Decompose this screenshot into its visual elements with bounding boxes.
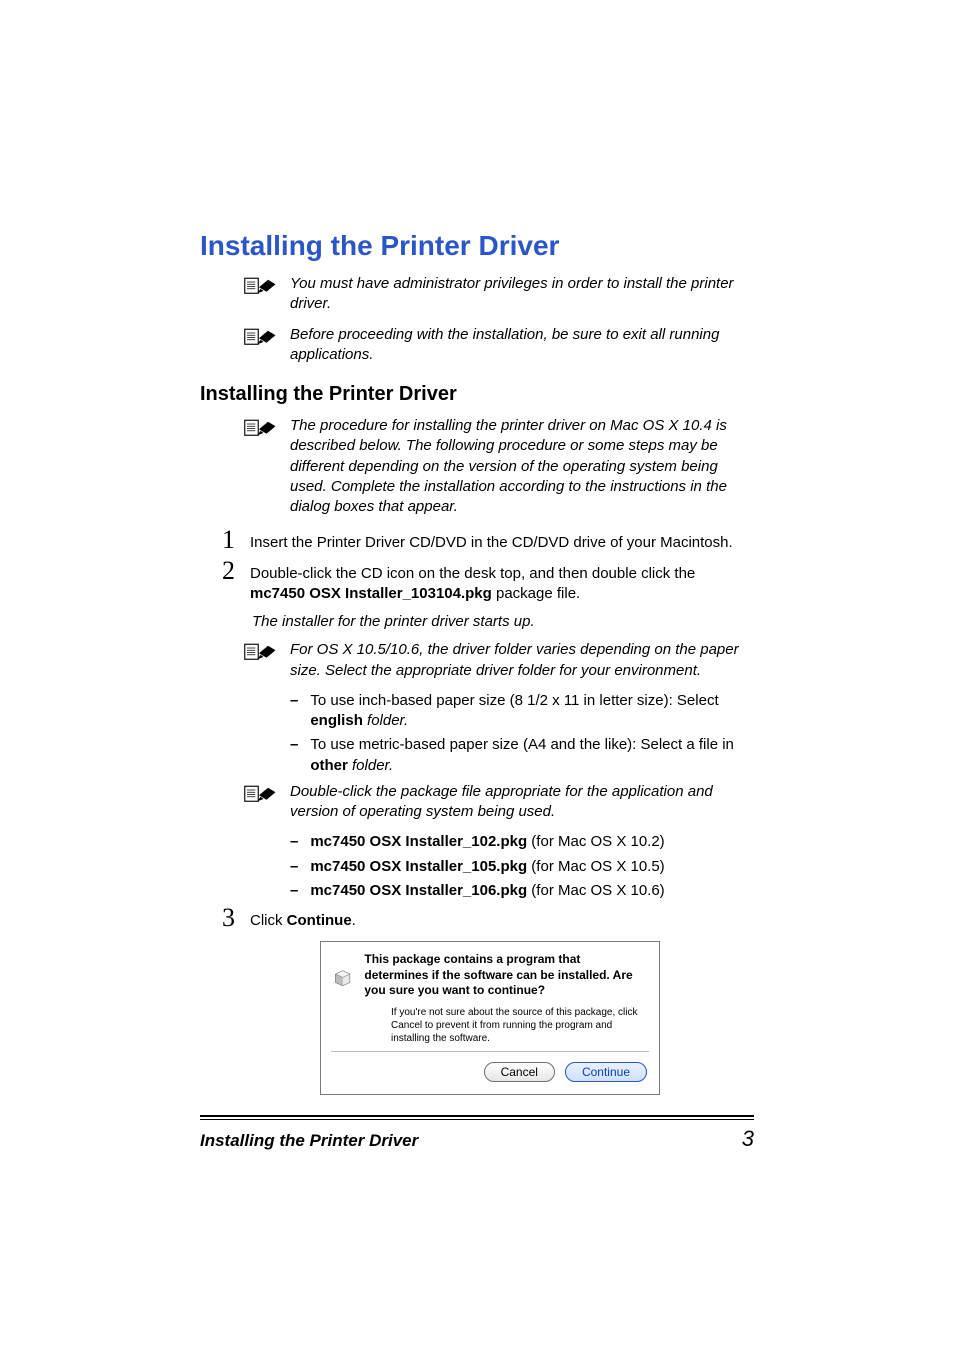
pkg-102-bold: mc7450 OSX Installer_102.pkg <box>310 833 527 850</box>
pkg-106-post: (for Mac OS X 10.6) <box>527 882 665 899</box>
step-3-pre: Click <box>250 912 287 929</box>
bullet-inch-post: folder. <box>363 712 408 729</box>
note-icon <box>244 275 280 295</box>
pkg-105-bold: mc7450 OSX Installer_105.pkg <box>310 858 527 875</box>
bullet-metric-bold: other <box>310 757 348 774</box>
note-doubleclick: Double-click the package file appropriat… <box>244 782 754 823</box>
dialog-subtext: If you're not sure about the source of t… <box>321 1006 659 1051</box>
note-exit: Before proceeding with the installation,… <box>244 325 754 366</box>
bullet-dash: – <box>290 735 298 755</box>
footer-rule <box>200 1119 754 1120</box>
step-1: 1 Insert the Printer Driver CD/DVD in th… <box>222 527 754 553</box>
note-icon <box>244 326 280 346</box>
footer-title: Installing the Printer Driver <box>200 1131 418 1151</box>
installer-dialog: This package contains a program that det… <box>320 941 754 1095</box>
cancel-button[interactable]: Cancel <box>484 1062 555 1082</box>
continue-button[interactable]: Continue <box>565 1062 647 1082</box>
bullet-pkg-105: – mc7450 OSX Installer_105.pkg (for Mac … <box>290 857 754 877</box>
step-number: 3 <box>222 905 242 931</box>
bullet-inch-bold: english <box>310 712 363 729</box>
pkg-105-post: (for Mac OS X 10.5) <box>527 858 665 875</box>
package-icon <box>333 954 352 1000</box>
step-3-post: . <box>352 912 356 929</box>
pkg-102-post: (for Mac OS X 10.2) <box>527 833 665 850</box>
note-icon <box>244 783 280 803</box>
footer: Installing the Printer Driver 3 <box>200 1115 754 1152</box>
step-number: 1 <box>222 527 242 553</box>
bullet-inch: – To use inch-based paper size (8 1/2 x … <box>290 691 754 732</box>
note-osx-105-106: For OS X 10.5/10.6, the driver folder va… <box>244 640 754 681</box>
bullet-metric-post: folder. <box>348 757 393 774</box>
bullet-dash: – <box>290 857 298 877</box>
bullet-pkg-106: – mc7450 OSX Installer_106.pkg (for Mac … <box>290 881 754 901</box>
note-doubleclick-text: Double-click the package file appropriat… <box>290 782 754 823</box>
step-2: 2 Double-click the CD icon on the desk t… <box>222 558 754 605</box>
step-1-text: Insert the Printer Driver CD/DVD in the … <box>250 527 733 553</box>
bullet-metric: – To use metric-based paper size (A4 and… <box>290 735 754 776</box>
bullet-dash: – <box>290 832 298 852</box>
pkg-106-bold: mc7450 OSX Installer_106.pkg <box>310 882 527 899</box>
step-2-result: The installer for the printer driver sta… <box>252 612 754 632</box>
step-3-text: Click Continue. <box>250 905 356 931</box>
step-2-pkg: mc7450 OSX Installer_103104.pkg <box>250 585 492 602</box>
step-2-text: Double-click the CD icon on the desk top… <box>250 558 754 605</box>
bullet-dash: – <box>290 881 298 901</box>
bullet-metric-pre: To use metric-based paper size (A4 and t… <box>310 736 734 753</box>
step-number: 2 <box>222 558 242 584</box>
main-heading: Installing the Printer Driver <box>200 230 754 262</box>
note-procedure-text: The procedure for installing the printer… <box>290 416 754 517</box>
footer-page-number: 3 <box>742 1126 754 1152</box>
note-admin: You must have administrator privileges i… <box>244 274 754 315</box>
step-3-bold: Continue <box>287 912 352 929</box>
note-osx-text: For OS X 10.5/10.6, the driver folder va… <box>290 640 754 681</box>
bullet-pkg-102: – mc7450 OSX Installer_102.pkg (for Mac … <box>290 832 754 852</box>
bullet-inch-pre: To use inch-based paper size (8 1/2 x 11… <box>310 692 718 709</box>
dialog-title: This package contains a program that det… <box>364 952 647 1000</box>
note-exit-text: Before proceeding with the installation,… <box>290 325 754 366</box>
note-icon <box>244 641 280 661</box>
footer-rule <box>200 1115 754 1117</box>
note-procedure: The procedure for installing the printer… <box>244 416 754 517</box>
note-icon <box>244 417 280 437</box>
bullet-dash: – <box>290 691 298 711</box>
step-2-post: package file. <box>492 585 580 602</box>
note-admin-text: You must have administrator privileges i… <box>290 274 754 315</box>
step-3: 3 Click Continue. <box>222 905 754 931</box>
sub-heading: Installing the Printer Driver <box>200 383 754 406</box>
step-2-pre: Double-click the CD icon on the desk top… <box>250 565 695 582</box>
